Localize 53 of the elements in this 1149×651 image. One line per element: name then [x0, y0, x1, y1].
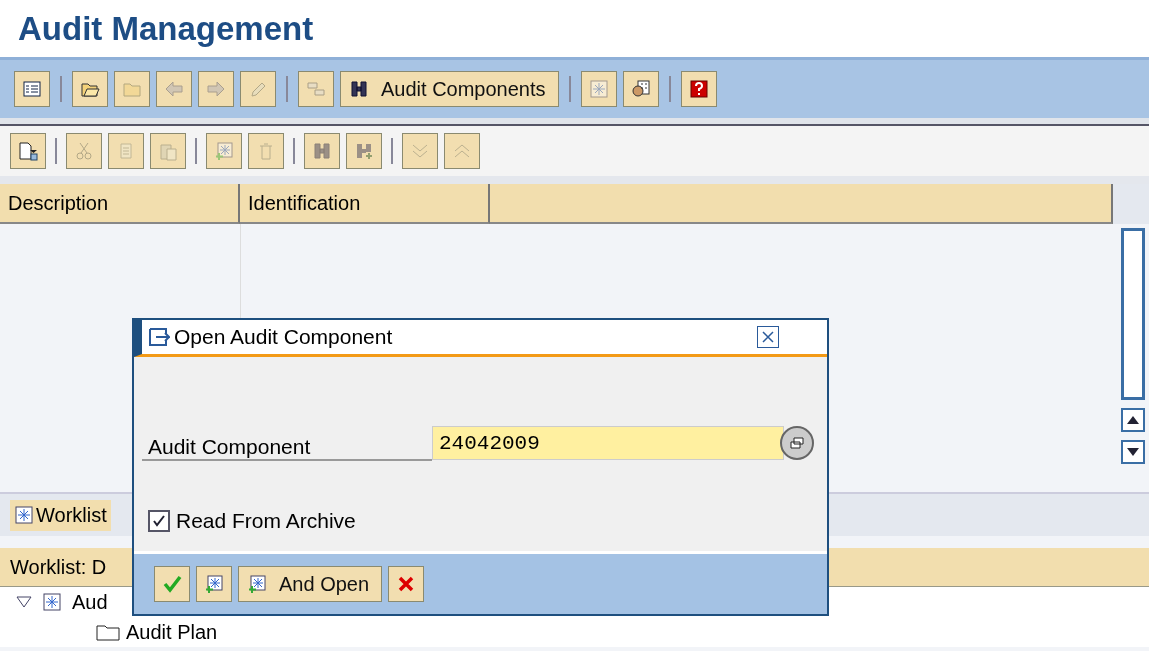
layout-icon	[306, 79, 326, 99]
page-title: Audit Management	[0, 0, 1149, 60]
down-triangle-icon	[1127, 448, 1139, 456]
close-button[interactable]	[757, 326, 779, 348]
list-icon	[22, 79, 42, 99]
scissors-icon	[74, 141, 94, 161]
create-icon	[214, 141, 234, 161]
windows-icon	[790, 437, 804, 449]
check-button[interactable]	[154, 566, 190, 602]
expand-triangle-icon[interactable]	[16, 596, 32, 608]
dialog-window-icon	[148, 327, 170, 347]
dialog-title: Open Audit Component	[174, 325, 393, 349]
asterisk-icon	[588, 79, 609, 99]
create-button[interactable]	[196, 566, 232, 602]
and-open-button[interactable]: And Open	[238, 566, 383, 602]
scroll-down-button[interactable]	[1121, 440, 1145, 464]
help-icon	[688, 79, 709, 99]
checkmark-icon	[152, 514, 166, 528]
value-help-button[interactable]	[780, 426, 814, 460]
checkbox[interactable]	[148, 510, 170, 532]
toolbar-button[interactable]	[14, 71, 50, 107]
toolbar-button[interactable]	[10, 133, 46, 169]
toolbar-button[interactable]	[622, 71, 659, 107]
toolbar-button[interactable]	[680, 71, 717, 107]
create-icon	[204, 574, 224, 594]
left-arrow-icon	[164, 79, 184, 99]
column-header[interactable]: Description	[0, 184, 240, 224]
create-icon	[247, 574, 267, 594]
folder-icon	[96, 623, 120, 641]
audit-components-button[interactable]: Audit Components	[340, 71, 559, 107]
worklist-tab[interactable]: Worklist	[10, 499, 111, 531]
chooser-icon	[630, 79, 651, 99]
field-label: Audit Component	[142, 425, 432, 461]
asterisk-icon	[42, 592, 62, 612]
check-icon	[162, 574, 182, 594]
right-arrow-icon	[206, 79, 226, 99]
close-icon	[762, 331, 774, 343]
scrollbar-thumb[interactable]	[1121, 228, 1145, 400]
toolbar-button[interactable]	[72, 71, 108, 107]
scroll-up-button[interactable]	[1121, 408, 1145, 432]
audit-component-field[interactable]: 24042009	[432, 426, 784, 460]
binoculars-plus-icon	[354, 141, 374, 161]
column-header[interactable]: Identification	[240, 184, 490, 224]
document-icon	[18, 141, 38, 161]
tree-node[interactable]: Audit Plan	[126, 620, 218, 644]
up-triangle-icon	[1127, 416, 1139, 424]
checkbox-label: Read From Archive	[176, 509, 356, 533]
paste-icon	[158, 141, 178, 161]
tree-node[interactable]: Aud	[72, 590, 108, 614]
cancel-button[interactable]	[388, 566, 425, 602]
binoculars-icon	[312, 141, 332, 161]
asterisk-icon	[14, 505, 34, 525]
binoculars-icon	[349, 79, 369, 99]
